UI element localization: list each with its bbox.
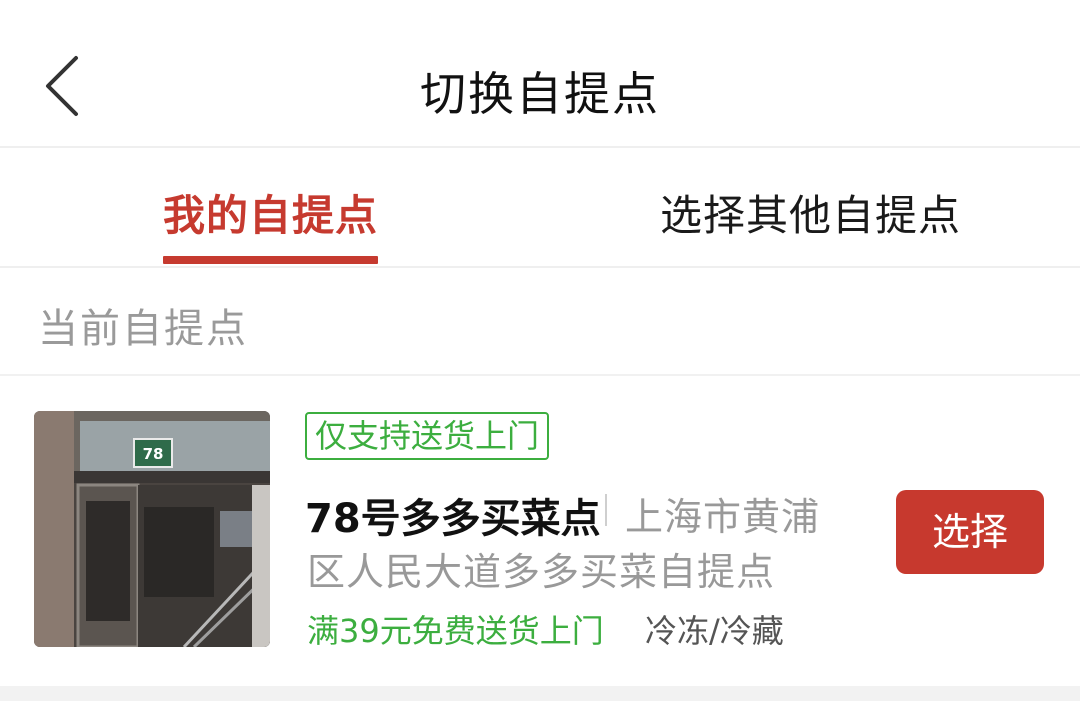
pickup-point-address-line1: 上海市黄浦 <box>625 495 821 539</box>
separator <box>605 494 607 526</box>
select-button[interactable]: 选择 <box>896 490 1044 574</box>
pickup-point-address-line2: 区人民大道多多买菜自提点 <box>307 550 776 594</box>
storage-type: 冷冻/冷藏 <box>645 612 784 650</box>
delivery-only-badge: 仅支持送货上门 <box>305 412 550 460</box>
pickup-point-photo: 78 <box>34 411 270 647</box>
free-delivery-promo: 满39元免费送货上门 <box>307 612 604 650</box>
section-label: 当前自提点 <box>38 306 248 352</box>
storefront-image: 78 <box>34 411 270 647</box>
tab-bar: 我的自提点 选择其他自提点 <box>0 148 1080 268</box>
top-bar: 切换自提点 <box>0 0 1080 148</box>
tab-my-pickup-points[interactable]: 我的自提点 <box>163 182 378 243</box>
divider <box>0 374 1080 376</box>
page-title: 切换自提点 <box>420 67 660 121</box>
active-tab-indicator <box>163 256 378 264</box>
tab-other-pickup-points[interactable]: 选择其他自提点 <box>660 182 961 243</box>
svg-text:78: 78 <box>143 445 164 463</box>
pickup-point-name: 78号多多买菜点 <box>305 496 601 542</box>
bottom-divider <box>0 686 1080 701</box>
